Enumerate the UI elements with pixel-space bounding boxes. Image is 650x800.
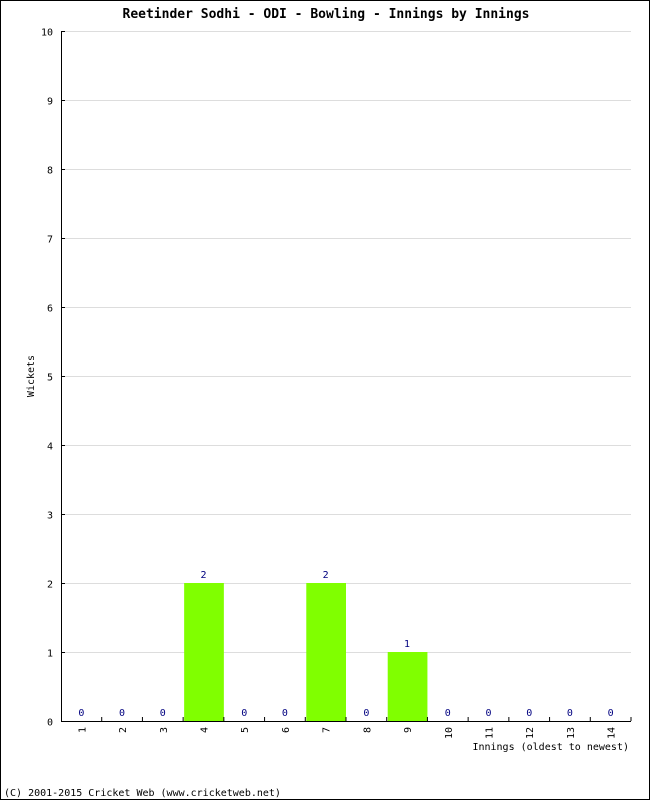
y-tick-label: 2: [47, 580, 53, 591]
data-label: 2: [323, 570, 329, 581]
data-label: 0: [78, 708, 84, 719]
x-tick-label: 9: [403, 727, 414, 733]
x-tick-label: 13: [566, 727, 577, 739]
gridlines: [61, 31, 631, 653]
data-label: 2: [200, 570, 206, 581]
y-tick-label: 9: [47, 97, 53, 108]
data-label: 0: [363, 708, 369, 719]
y-axis-title: Wickets: [26, 355, 37, 397]
y-tick-label: 10: [41, 28, 53, 39]
data-label: 0: [160, 708, 166, 719]
data-labels: 0 0 0 2 0 0 2 0 1 0 0 0 0 0: [78, 570, 613, 719]
data-label: 0: [485, 708, 491, 719]
x-tick-label: 14: [607, 727, 618, 739]
chart-frame: Reetinder Sodhi - ODI - Bowling - Inning…: [0, 0, 650, 800]
data-label: 0: [608, 708, 614, 719]
data-label: 0: [241, 708, 247, 719]
y-tick-label: 8: [47, 166, 53, 177]
x-tick-label: 3: [159, 727, 170, 733]
bar-chart: Reetinder Sodhi - ODI - Bowling - Inning…: [4, 7, 632, 799]
data-label: 1: [404, 639, 410, 650]
data-label: 0: [526, 708, 532, 719]
chart-title: Reetinder Sodhi - ODI - Bowling - Inning…: [123, 7, 530, 22]
data-label: 0: [567, 708, 573, 719]
y-tick-label: 5: [47, 373, 53, 384]
x-axis-title: Innings (oldest to newest): [472, 742, 629, 753]
y-tick-label: 0: [47, 718, 53, 729]
data-label: 0: [445, 708, 451, 719]
x-tick-label: 10: [444, 727, 455, 739]
copyright-footer: (C) 2001-2015 Cricket Web (www.cricketwe…: [4, 788, 281, 799]
x-tick-label: 4: [200, 727, 211, 733]
bar: [387, 652, 428, 721]
x-tick-label: 12: [525, 727, 536, 739]
y-tick-label: 6: [47, 304, 53, 315]
data-label: 0: [282, 708, 288, 719]
x-tick-label: 7: [322, 727, 333, 733]
x-tick-label: 11: [485, 727, 496, 739]
x-axis-ticks: 1 2 3 4 5 6 7 8 9 10 11 12 13 14: [77, 717, 632, 739]
x-tick-label: 2: [118, 727, 129, 733]
y-tick-label: 3: [47, 511, 53, 522]
x-tick-label: 5: [240, 727, 251, 733]
bar: [184, 583, 224, 721]
x-tick-label: 8: [362, 727, 373, 733]
x-tick-label: 6: [281, 727, 292, 733]
data-label: 0: [119, 708, 125, 719]
x-tick-label: 1: [77, 727, 88, 733]
bar: [306, 583, 346, 721]
y-tick-label: 7: [47, 235, 53, 246]
y-tick-label: 1: [47, 649, 53, 660]
y-tick-label: 4: [47, 442, 53, 453]
